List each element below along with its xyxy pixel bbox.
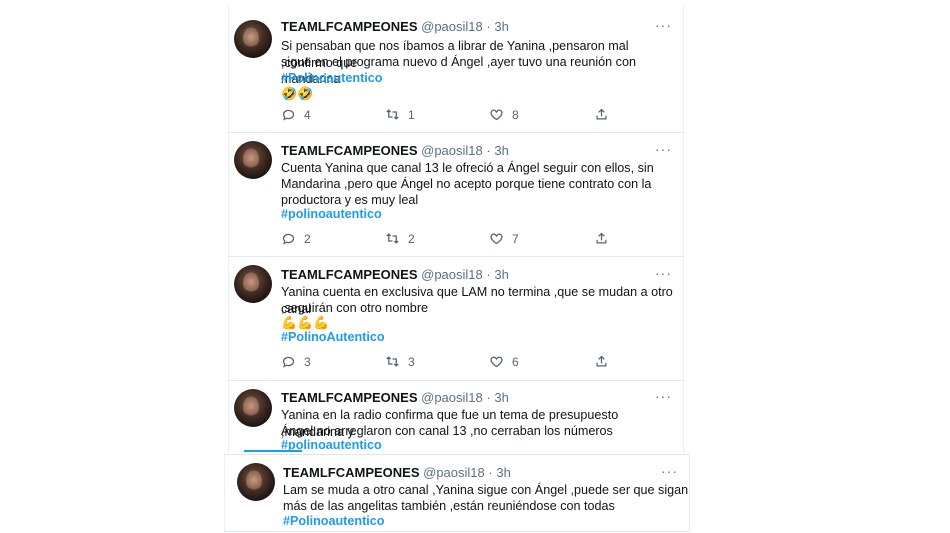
share-icon xyxy=(596,232,607,244)
user-handle[interactable]: @paosil18 xyxy=(421,19,483,34)
hashtag-link[interactable]: #Polinoautentico xyxy=(281,71,382,85)
reply-count: 2 xyxy=(304,231,311,246)
retweet-count: 1 xyxy=(408,107,415,122)
retweet-button[interactable]: 2 xyxy=(385,231,415,246)
reply-button[interactable]: 2 xyxy=(281,231,311,246)
display-name[interactable]: TEAMLFCAMPEONES xyxy=(281,143,418,158)
timestamp[interactable]: 3h xyxy=(494,19,508,34)
tweet-actions: 2 2 7 xyxy=(281,231,611,249)
retweet-button[interactable]: 3 xyxy=(385,354,415,369)
like-count: 8 xyxy=(512,107,519,122)
timestamp[interactable]: 3h xyxy=(494,267,508,282)
hashtag-link[interactable]: #polinoautentico xyxy=(281,207,382,221)
retweet-button[interactable]: 1 xyxy=(385,107,415,122)
tweet[interactable]: TEAMLFCAMPEONES @paosil18 · 3h ··· Yanin… xyxy=(228,381,684,453)
reply-count: 3 xyxy=(304,354,311,369)
timestamp[interactable]: 3h xyxy=(494,390,508,405)
avatar[interactable] xyxy=(234,265,272,303)
retweet-icon xyxy=(386,356,399,367)
reply-count: 4 xyxy=(304,107,311,122)
tweet-text-line: Cuenta Yanina que canal 13 le ofreció a … xyxy=(281,161,654,175)
emoji: 💪💪💪 xyxy=(281,315,330,330)
user-handle[interactable]: @paosil18 xyxy=(423,465,485,480)
timestamp[interactable]: 3h xyxy=(496,465,510,480)
tweet-text-line: Lam se muda a otro canal ,Yanina sigue c… xyxy=(283,483,689,497)
share-icon xyxy=(596,355,607,367)
display-name[interactable]: TEAMLFCAMPEONES xyxy=(281,19,418,34)
like-count: 6 xyxy=(512,354,519,369)
avatar[interactable] xyxy=(234,141,272,179)
tweet[interactable]: TEAMLFCAMPEONES @paosil18 · 3h ··· Si pe… xyxy=(228,6,684,133)
separator-dot: · xyxy=(486,19,491,34)
like-icon xyxy=(490,109,503,121)
more-icon[interactable]: ··· xyxy=(655,388,672,404)
tweet-text-line: más de las angelitas también ,están reun… xyxy=(283,499,615,513)
tweet-header: TEAMLFCAMPEONES @paosil18 · 3h xyxy=(281,390,509,405)
scroll-indicator xyxy=(244,450,302,452)
more-icon[interactable]: ··· xyxy=(655,17,672,33)
emoji: 🤣🤣 xyxy=(281,86,314,101)
reply-icon xyxy=(282,356,295,368)
like-button[interactable]: 8 xyxy=(489,107,519,122)
separator-dot: · xyxy=(488,465,493,480)
more-icon[interactable]: ··· xyxy=(661,463,678,479)
separator-dot: · xyxy=(486,390,491,405)
like-button[interactable]: 6 xyxy=(489,354,519,369)
display-name[interactable]: TEAMLFCAMPEONES xyxy=(283,465,420,480)
avatar[interactable] xyxy=(237,463,275,501)
reply-icon xyxy=(282,109,295,121)
tweet-header: TEAMLFCAMPEONES @paosil18 · 3h xyxy=(281,267,509,282)
like-icon xyxy=(490,356,503,368)
hashtag-link[interactable]: #PolinoAutentico xyxy=(281,330,385,344)
like-icon xyxy=(490,233,503,245)
share-button[interactable] xyxy=(594,231,609,246)
tweet-actions: 3 3 6 xyxy=(281,354,611,372)
retweet-count: 3 xyxy=(408,354,415,369)
tweet[interactable]: TEAMLFCAMPEONES @paosil18 · 3h ··· Yanin… xyxy=(228,257,684,381)
share-button[interactable] xyxy=(594,107,609,122)
reply-button[interactable]: 4 xyxy=(281,107,311,122)
like-count: 7 xyxy=(512,231,519,246)
share-button[interactable] xyxy=(594,354,609,369)
timestamp[interactable]: 3h xyxy=(494,143,508,158)
share-icon xyxy=(596,108,607,120)
tweet[interactable]: TEAMLFCAMPEONES @paosil18 · 3h ··· Cuent… xyxy=(228,133,684,257)
tweet-actions: 4 1 8 xyxy=(281,107,611,125)
separator-dot: · xyxy=(486,267,491,282)
retweet-icon xyxy=(386,109,399,120)
hashtag-link[interactable]: #Polinoautentico xyxy=(283,514,384,528)
user-handle[interactable]: @paosil18 xyxy=(421,143,483,158)
more-icon[interactable]: ··· xyxy=(655,265,672,281)
user-handle[interactable]: @paosil18 xyxy=(421,267,483,282)
avatar[interactable] xyxy=(234,389,272,427)
tweet-header: TEAMLFCAMPEONES @paosil18 · 3h xyxy=(281,143,509,158)
like-button[interactable]: 7 xyxy=(489,231,519,246)
reply-icon xyxy=(282,233,295,245)
more-icon[interactable]: ··· xyxy=(655,141,672,157)
retweet-count: 2 xyxy=(408,231,415,246)
avatar[interactable] xyxy=(234,20,272,58)
display-name[interactable]: TEAMLFCAMPEONES xyxy=(281,267,418,282)
separator-dot: · xyxy=(486,143,491,158)
tweet-text-line: Mandarina ,pero que Ángel no acepto porq… xyxy=(281,177,652,191)
display-name[interactable]: TEAMLFCAMPEONES xyxy=(281,390,418,405)
reply-button[interactable]: 3 xyxy=(281,354,311,369)
tweet-header: TEAMLFCAMPEONES @paosil18 · 3h xyxy=(281,19,509,34)
tweet[interactable]: TEAMLFCAMPEONES @paosil18 · 3h ··· Lam s… xyxy=(224,454,690,532)
user-handle[interactable]: @paosil18 xyxy=(421,390,483,405)
retweet-icon xyxy=(386,233,399,244)
tweet-header: TEAMLFCAMPEONES @paosil18 · 3h xyxy=(283,465,511,480)
